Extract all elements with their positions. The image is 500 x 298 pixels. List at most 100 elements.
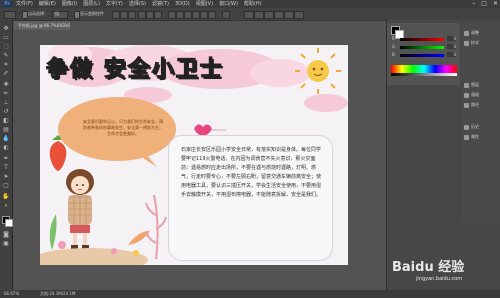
menu-window[interactable]: 窗口(W) (219, 0, 238, 8)
color-spectrum-bar[interactable] (391, 65, 457, 73)
side-item-properties[interactable]: 属性 (464, 133, 498, 141)
menu-image[interactable]: 图像(I) (62, 0, 77, 8)
3d-rotate-button[interactable] (254, 11, 264, 19)
side-item-styles[interactable]: 样式 (464, 39, 498, 47)
menu-3d[interactable]: 3D(D) (175, 0, 190, 8)
eyedropper-tool-icon[interactable]: ✐ (2, 71, 10, 77)
maximize-button[interactable]: □ (481, 0, 487, 8)
distribute-button-5[interactable] (200, 11, 208, 19)
history-icon (464, 124, 469, 130)
distribute-button-6[interactable] (208, 11, 216, 19)
healing-brush-tool-icon[interactable]: ✚ (2, 82, 10, 88)
speech-bubble-text: 安全意识要牢记心，只为我们的生命安全。预防各种各样的事故发生，安全第一预防为主，… (83, 119, 163, 136)
eraser-tool-icon[interactable]: ◧ (2, 118, 10, 124)
side-item-history[interactable]: 历史 (464, 123, 498, 131)
tools-panel: ✥ ▭ ◌ ✎ ⌗ ✐ ✚ ✏ ⊥ ↺ ◧ ▤ 💧 ◐ ✒ T ➤ ▢ ✋ ⌕ … (0, 20, 13, 290)
align-center-button[interactable] (146, 11, 154, 19)
close-button[interactable]: ✕ (493, 0, 498, 8)
move-tool-preset-button[interactable] (4, 11, 16, 19)
align-right-button[interactable] (154, 11, 162, 19)
align-middle-button[interactable] (120, 11, 128, 19)
3d-roll-button[interactable] (264, 11, 274, 19)
crop-tool-icon[interactable]: ⌗ (2, 62, 10, 68)
color-panel: R 0 G 0 B 0 (387, 23, 460, 85)
menu-select[interactable]: 选择(S) (129, 0, 146, 8)
layers-icon (464, 82, 469, 88)
distribute-button-3[interactable] (184, 11, 192, 19)
screen-mode-icon[interactable]: ▣ (2, 241, 10, 247)
minimize-button[interactable]: – (472, 0, 475, 8)
3d-mode-button[interactable] (244, 11, 254, 19)
color-slider-r-value[interactable]: 0 (447, 36, 456, 41)
gradient-tool-icon[interactable]: ▤ (2, 127, 10, 133)
speech-bubble-tail (135, 153, 157, 167)
quick-select-tool-icon[interactable]: ✎ (2, 53, 10, 59)
color-slider-b-value[interactable]: 0 (447, 52, 456, 57)
distribute-button-4[interactable] (192, 11, 200, 19)
menu-filter[interactable]: 滤镜(T) (152, 0, 169, 8)
paths-icon (464, 102, 469, 108)
menu-type[interactable]: 文字(Y) (106, 0, 123, 8)
watermark: Baidu 经验 jingyan.baidu.com (392, 256, 498, 290)
quick-mask-icon[interactable]: ◙ (2, 232, 10, 238)
watermark-brand: Baidu 经验 (392, 260, 465, 275)
grayscale-bar[interactable] (391, 73, 457, 76)
history-brush-tool-icon[interactable]: ↺ (2, 109, 10, 115)
distribute-button-1[interactable] (168, 11, 176, 19)
menu-layer[interactable]: 图层(L) (83, 0, 100, 8)
align-left-button[interactable] (138, 11, 146, 19)
color-slider-r-label: R (392, 36, 395, 41)
color-slider-g[interactable]: G 0 (392, 44, 456, 50)
status-bar: 66.67% 文档:24.1M/24.1M (0, 290, 500, 298)
auto-align-button[interactable] (222, 11, 230, 19)
move-tool-icon[interactable]: ✥ (2, 26, 10, 32)
dodge-tool-icon[interactable]: ◐ (2, 145, 10, 151)
app-logo: Ps (2, 1, 12, 7)
blur-tool-icon[interactable]: 💧 (2, 136, 10, 142)
menu-file[interactable]: 文件(F) (16, 0, 33, 8)
color-slider-b[interactable]: B 0 (392, 52, 456, 58)
brush-tool-icon[interactable]: ✏ (2, 91, 10, 97)
path-select-tool-icon[interactable]: ➤ (2, 174, 10, 180)
document-tab[interactable]: 手抄报.jpg @ 66.7%(RGB/8) (14, 21, 70, 30)
align-top-button[interactable] (112, 11, 120, 19)
3d-pan-button[interactable] (274, 11, 284, 19)
adjustments-icon (464, 30, 469, 36)
zoom-tool-icon[interactable]: ⌕ (2, 203, 10, 209)
align-bottom-button[interactable] (128, 11, 136, 19)
color-slider-r-bar[interactable] (400, 38, 444, 41)
auto-select-value: 组 (55, 11, 59, 16)
document-info: 文档:24.1M/24.1M (40, 291, 76, 296)
auto-select-label: 自动选择： (28, 11, 48, 16)
color-slider-r[interactable]: R 0 (392, 36, 456, 42)
pen-tool-icon[interactable]: ✒ (2, 156, 10, 162)
styles-icon (464, 40, 469, 46)
menu-help[interactable]: 帮助(H) (244, 0, 262, 8)
3d-scale-button[interactable] (294, 11, 304, 19)
distribute-button-2[interactable] (176, 11, 184, 19)
menu-view[interactable]: 视图(V) (196, 0, 213, 8)
window-controls: – □ ✕ (472, 0, 498, 8)
side-item-adjustments[interactable]: 调整 (464, 29, 498, 37)
color-slider-b-bar[interactable] (400, 54, 444, 57)
color-slider-g-value[interactable]: 0 (447, 44, 456, 49)
girl-illustration (66, 169, 94, 249)
color-slider-b-label: B (392, 52, 395, 57)
color-slider-g-bar[interactable] (400, 46, 444, 49)
marquee-tool-icon[interactable]: ▭ (2, 35, 10, 41)
note-text: 石家庄长安区乐园小学安全日常，有落实知识是身体。每位同学要牢记119火警电话。在… (181, 147, 322, 198)
zoom-level[interactable]: 66.67% (4, 290, 19, 298)
side-item-paths[interactable]: 路径 (464, 101, 498, 109)
side-item-layers[interactable]: 图层 (464, 81, 498, 89)
background-color-swatch[interactable] (5, 219, 13, 227)
menu-edit[interactable]: 编辑(E) (39, 0, 56, 8)
watermark-url: jingyan.baidu.com (416, 276, 463, 282)
type-tool-icon[interactable]: T (2, 165, 10, 171)
hand-tool-icon[interactable]: ✋ (2, 194, 10, 200)
side-item-channels[interactable]: 通道 (464, 91, 498, 99)
clone-stamp-tool-icon[interactable]: ⊥ (2, 100, 10, 106)
lasso-tool-icon[interactable]: ◌ (2, 44, 10, 50)
3d-slide-button[interactable] (284, 11, 294, 19)
properties-icon (464, 134, 469, 140)
shape-tool-icon[interactable]: ▢ (2, 183, 10, 189)
